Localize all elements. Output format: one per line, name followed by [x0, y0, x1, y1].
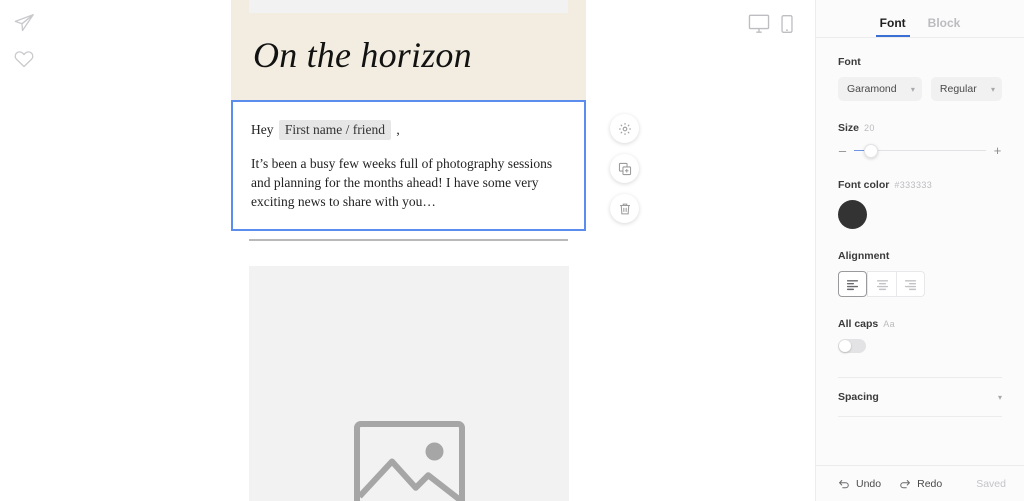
text-block-selected[interactable]: Hey First name / friend , It’s been a bu…: [231, 100, 586, 231]
email-preview: On the horizon Hey First name / friend ,…: [231, 0, 586, 501]
font-color-swatch[interactable]: [838, 200, 867, 229]
divider-block[interactable]: [231, 233, 586, 251]
size-slider[interactable]: – +: [838, 143, 1002, 158]
desktop-icon[interactable]: [748, 14, 770, 34]
size-decrease-button[interactable]: –: [838, 143, 847, 158]
image-block[interactable]: [249, 266, 569, 501]
email-editor-app: On the horizon Hey First name / friend ,…: [0, 0, 1024, 501]
size-label-row: Size 20: [838, 122, 1002, 134]
alignment-label: Alignment: [838, 250, 890, 262]
font-family-select[interactable]: Garamond ▾: [838, 77, 922, 101]
spacing-label: Spacing: [838, 391, 879, 403]
chevron-down-icon: ▾: [990, 84, 995, 94]
trash-icon[interactable]: [610, 194, 639, 223]
save-status: Saved: [976, 477, 1006, 490]
size-slider-handle[interactable]: [864, 143, 879, 158]
font-weight-select[interactable]: Regular ▾: [930, 77, 1002, 101]
align-left-icon[interactable]: [838, 271, 867, 297]
panel-body: Font Garamond ▾ Regular ▾ Size 20 – + Fo…: [816, 38, 1024, 465]
redo-button[interactable]: Redo: [899, 478, 942, 490]
tab-font[interactable]: Font: [875, 16, 910, 37]
duplicate-icon[interactable]: [610, 154, 639, 183]
all-caps-label-row: All caps Aa: [838, 318, 1002, 330]
hero-title: On the horizon: [253, 35, 472, 75]
font-label-row: Font: [838, 56, 1002, 68]
all-caps-hint: Aa: [883, 319, 896, 329]
greeting-line: Hey First name / friend ,: [251, 120, 566, 140]
chevron-down-icon: ▾: [910, 84, 915, 94]
panel-footer: Undo Redo Saved: [816, 465, 1024, 501]
editor-canvas: On the horizon Hey First name / friend ,…: [48, 0, 815, 501]
tab-block[interactable]: Block: [928, 16, 961, 37]
all-caps-toggle[interactable]: [838, 339, 866, 353]
hero-top-band: [249, 0, 568, 13]
greeting-suffix: ,: [396, 122, 400, 137]
hero-block[interactable]: On the horizon: [231, 0, 586, 100]
panel-tabs: Font Block: [816, 0, 1024, 38]
all-caps-label: All caps: [838, 318, 879, 330]
align-right-icon[interactable]: [896, 271, 925, 297]
left-rail: [0, 0, 48, 501]
size-value: 20: [864, 123, 875, 133]
font-family-value: Garamond: [847, 83, 897, 95]
block-toolbar: [610, 114, 639, 223]
send-icon[interactable]: [13, 12, 35, 34]
spacing-section[interactable]: Spacing ▾: [838, 377, 1002, 417]
align-center-icon[interactable]: [867, 271, 896, 297]
undo-button[interactable]: Undo: [838, 478, 881, 490]
divider-line: [249, 239, 568, 241]
mobile-icon[interactable]: [781, 14, 793, 34]
image-placeholder-icon: [352, 419, 467, 501]
font-color-label-row: Font color #333333: [838, 179, 1002, 191]
alignment-label-row: Alignment: [838, 250, 1002, 262]
font-selects: Garamond ▾ Regular ▾: [838, 77, 1002, 101]
size-slider-track[interactable]: [854, 143, 986, 158]
size-label: Size: [838, 122, 860, 134]
chevron-down-icon: ▾: [997, 392, 1002, 402]
alignment-group: [838, 271, 1002, 297]
redo-label: Redo: [917, 477, 943, 490]
heart-icon[interactable]: [13, 48, 35, 70]
text-block-content: Hey First name / friend , It’s been a bu…: [233, 102, 584, 211]
greeting-prefix: Hey: [251, 122, 274, 137]
body-paragraph: It’s been a busy few weeks full of photo…: [251, 155, 553, 209]
merge-tag-first-name[interactable]: First name / friend: [278, 120, 391, 140]
device-switch: [748, 14, 793, 34]
font-color-label: Font color: [838, 179, 890, 191]
font-weight-value: Regular: [939, 83, 977, 95]
font-color-value: #333333: [894, 180, 933, 190]
gear-icon[interactable]: [610, 114, 639, 143]
toggle-knob: [839, 340, 851, 352]
style-panel: Font Block Font Garamond ▾ Regular ▾ Siz…: [815, 0, 1024, 501]
size-increase-button[interactable]: +: [993, 143, 1002, 158]
undo-label: Undo: [856, 477, 882, 490]
font-label: Font: [838, 56, 861, 68]
